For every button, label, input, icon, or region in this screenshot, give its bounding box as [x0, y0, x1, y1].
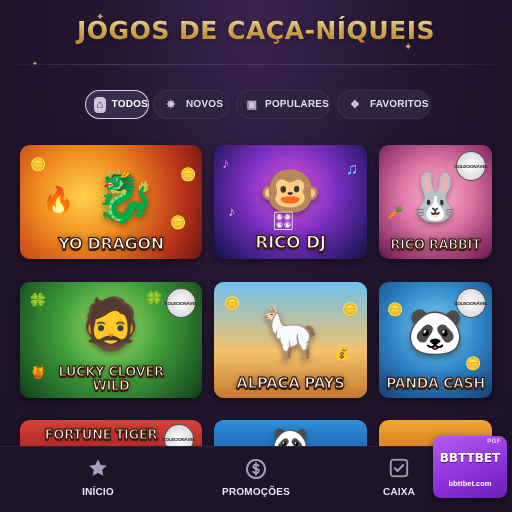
game-title: PANDA CASH [386, 375, 486, 392]
favorites-icon: ❖ [349, 99, 361, 111]
collectible-badge: COLECIONÁVEL [454, 151, 488, 181]
star-icon [43, 457, 153, 479]
monkey-dj-mascot-icon: 🐵 [259, 162, 322, 219]
game-title: ALPACA PAYS [236, 373, 346, 392]
game-card-rico-rabbit[interactable]: 🐰 🥕 COLECIONÁVEL RICO RABBIT [379, 145, 492, 259]
coin-icon: 🪙 [170, 215, 187, 230]
coin-icon: 🪙 [180, 167, 197, 182]
dollar-coin-icon [201, 457, 311, 479]
music-note-icon: ♪ [228, 203, 235, 219]
game-card-rico-dj[interactable]: ♪ ♫ ♪ 🐵 🎛 RICO DJ [214, 145, 367, 259]
tab-populares[interactable]: ▣ POPULARES [236, 90, 330, 119]
tab-label: TODOS [111, 99, 148, 110]
game-card-lucky-clover-wild[interactable]: 🍀 🍀 🍯 🧔 COLECIONÁVEL LUCKY CLOVER WILD [20, 282, 202, 398]
music-note-icon: ♫ [346, 161, 358, 178]
game-card-panda-cash[interactable]: 🪙 🪙 🐼 COLECIONÁVEL PANDA CASH [379, 282, 492, 398]
game-card-alpaca-pays[interactable]: 🪙 🪙 💰 🦙 ALPACA PAYS [214, 282, 367, 398]
coin-icon: 🪙 [30, 157, 47, 172]
leprechaun-mascot-icon: 🧔 [79, 295, 143, 352]
brand-tag: PGF [487, 439, 501, 445]
tab-label: POPULARES [264, 99, 329, 110]
coin-icon: 🪙 [224, 296, 241, 311]
music-note-icon: ♪ [222, 155, 229, 171]
coin-icon: 🪙 [387, 302, 404, 317]
brand-logo[interactable]: PGF BBTTBET bbttbet.com [433, 436, 507, 498]
dragon-mascot-icon: 🐉 [94, 169, 157, 226]
alpaca-mascot-icon: 🦙 [259, 305, 322, 362]
brand-name: BBTTBET [439, 451, 501, 465]
game-card-yo-dragon[interactable]: 🪙 🪙 🪙 🐉 🔥 YO DRAGON [20, 145, 202, 259]
game-title: RICO DJ [255, 232, 327, 253]
nav-cashier[interactable]: CAIXA [364, 447, 434, 512]
nav-promotions[interactable]: PROMOÇÕES [201, 447, 311, 512]
panda-mascot-icon: 🐼 [406, 304, 465, 357]
dj-turntable-icon: 🎛 [272, 211, 295, 231]
header-divider [0, 64, 512, 65]
tab-label: FAVORITOS [370, 99, 429, 110]
cashier-check-icon [364, 457, 434, 479]
tab-favoritos[interactable]: ❖ FAVORITOS [337, 90, 431, 119]
coin-icon: 🪙 [342, 302, 359, 317]
page-title: JOGOS DE CAÇA-NÍQUEIS [0, 16, 512, 45]
new-badge-icon: ✸ [166, 99, 176, 111]
tab-label: NOVOS [186, 99, 224, 110]
tab-todos[interactable]: ⌂ TODOS [85, 90, 149, 119]
game-title: LUCKY CLOVER WILD [58, 365, 165, 394]
clover-icon: 🍀 [144, 292, 164, 309]
fire-icon: 🔥 [42, 185, 75, 215]
clover-icon: 🍀 [28, 294, 48, 311]
filter-tabs: ⌂ TODOS ✸ NOVOS ▣ POPULARES ❖ FAVORITOS [0, 90, 512, 120]
home-icon: ⌂ [94, 96, 106, 113]
game-title: RICO RABBIT [390, 237, 482, 253]
collectible-badge: COLECIONÁVEL [164, 288, 198, 318]
carrot-icon: 🥕 [387, 205, 404, 220]
rabbit-mascot-icon: 🐰 [406, 171, 465, 224]
nav-home-label: INÍCIO [82, 487, 114, 498]
tab-novos[interactable]: ✸ NOVOS [153, 90, 229, 119]
nav-promotions-label: PROMOÇÕES [222, 487, 290, 498]
popular-flame-icon: ▣ [246, 99, 258, 111]
money-bag-icon: 💰 [334, 346, 351, 361]
brand-url: bbttbet.com [448, 479, 492, 488]
collectible-badge: COLECIONÁVEL [454, 288, 488, 318]
nav-cashier-label: CAIXA [382, 487, 416, 498]
game-title: YO DRAGON [58, 233, 165, 253]
nav-home[interactable]: INÍCIO [43, 447, 153, 512]
coin-icon: 🪙 [465, 356, 482, 371]
